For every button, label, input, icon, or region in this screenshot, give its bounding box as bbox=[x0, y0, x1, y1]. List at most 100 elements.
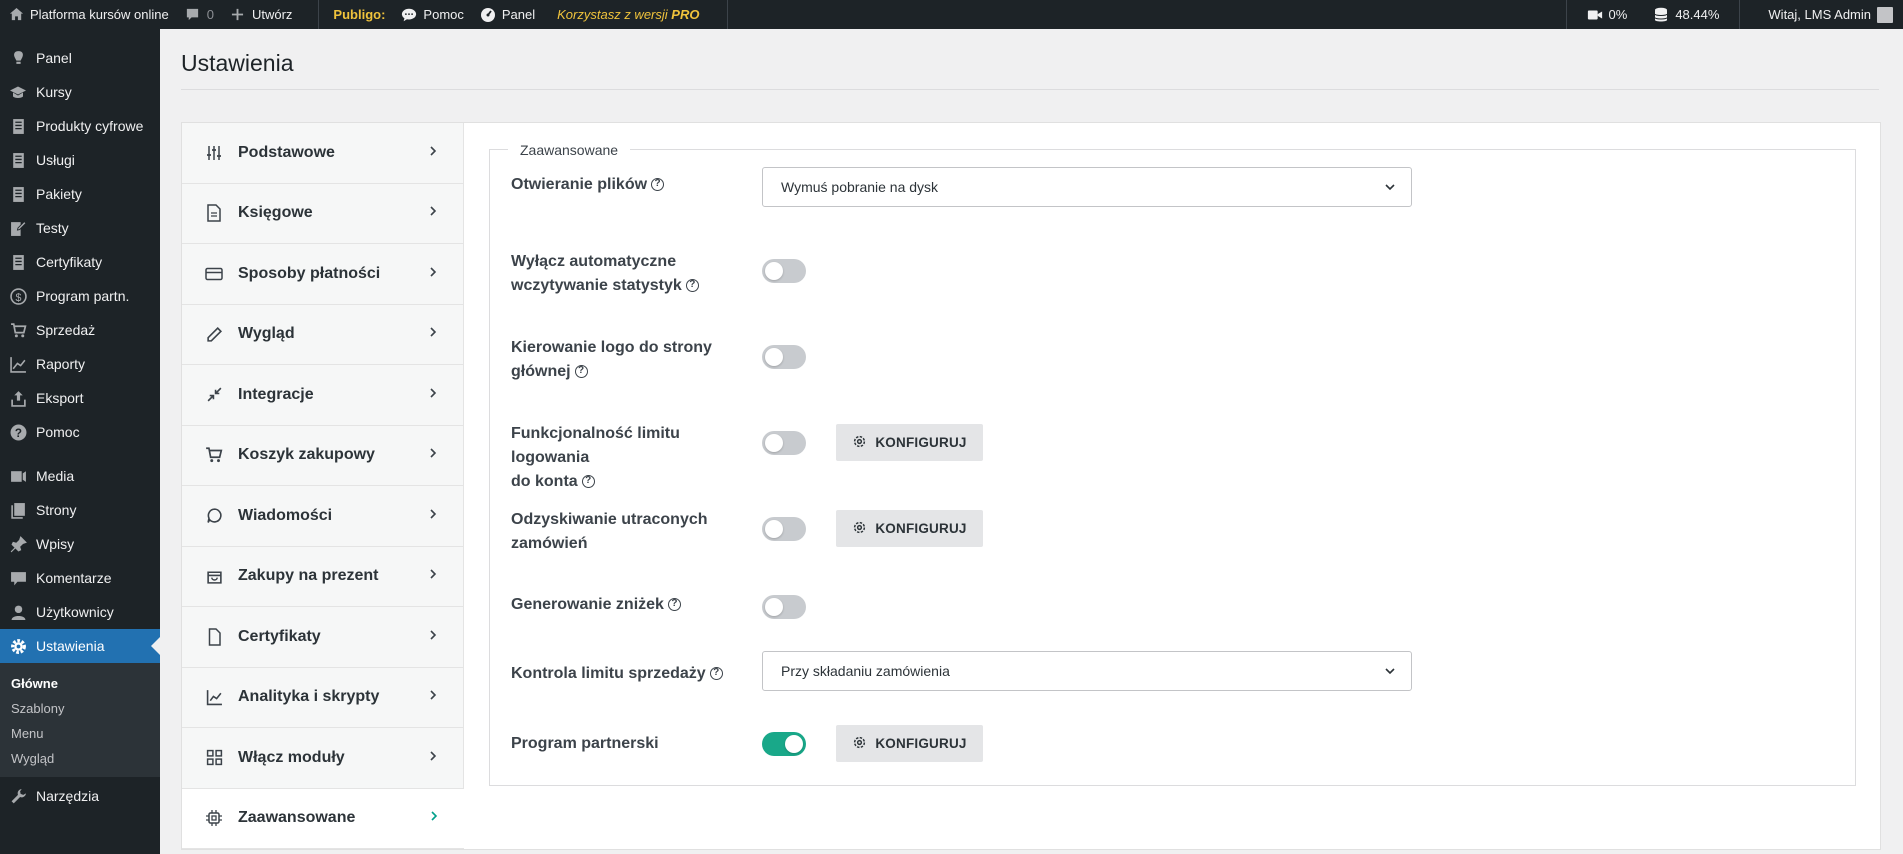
logo-link-toggle[interactable] bbox=[762, 345, 806, 369]
tab-wlacz-moduly[interactable]: Włącz moduły bbox=[182, 728, 463, 789]
submenu-item-szablony[interactable]: Szablony bbox=[0, 696, 160, 721]
gear-icon bbox=[852, 434, 867, 452]
sidebar-item-panel[interactable]: Panel bbox=[0, 41, 160, 75]
tab-zakupy-na-prezent[interactable]: Zakupy na prezent bbox=[182, 547, 463, 607]
video-usage[interactable]: 0% bbox=[1567, 0, 1646, 29]
plus-icon bbox=[230, 7, 246, 23]
sidebar-item-uslugi[interactable]: Usługi bbox=[0, 143, 160, 177]
disable-stats-label: Wyłącz automatyczne wczytywanie statysty… bbox=[511, 250, 751, 298]
database-usage[interactable]: 48.44% bbox=[1645, 0, 1739, 29]
sidebar-item-produkty-cyfrowe[interactable]: Produkty cyfrowe bbox=[0, 109, 160, 143]
site-name-link[interactable]: Platforma kursów online bbox=[0, 0, 177, 29]
sidebar-item-label: Pomoc bbox=[36, 424, 80, 440]
sidebar-item-strony[interactable]: Strony bbox=[0, 493, 160, 527]
wrench-icon bbox=[8, 786, 28, 806]
sidebar-item-label: Program partn. bbox=[36, 288, 130, 304]
document-icon bbox=[8, 184, 28, 204]
media-icon bbox=[8, 466, 28, 486]
tab-label: Wygląd bbox=[238, 325, 295, 343]
discounts-toggle[interactable] bbox=[762, 595, 806, 619]
abandoned-orders-toggle[interactable] bbox=[762, 517, 806, 541]
cart-icon bbox=[8, 320, 28, 340]
chevron-right-icon bbox=[427, 144, 439, 162]
sidebar-item-label: Pakiety bbox=[36, 186, 82, 202]
gauge-icon bbox=[480, 7, 496, 23]
sales-limit-select[interactable]: Przy składaniu zamówienia bbox=[762, 651, 1412, 691]
shrink-arrows-icon bbox=[204, 385, 224, 405]
sidebar-item-label: Kursy bbox=[36, 84, 72, 100]
sidebar-item-pakiety[interactable]: Pakiety bbox=[0, 177, 160, 211]
sidebar-item-program-partn[interactable]: $ Program partn. bbox=[0, 279, 160, 313]
submenu-item-menu[interactable]: Menu bbox=[0, 721, 160, 746]
gear-icon bbox=[852, 735, 867, 753]
submenu-item-glowne[interactable]: Główne bbox=[0, 671, 160, 696]
help-icon[interactable]: ? bbox=[667, 598, 681, 611]
sidebar-item-pomoc[interactable]: ? Pomoc bbox=[0, 415, 160, 449]
help-icon[interactable]: ? bbox=[574, 365, 588, 378]
sidebar-item-komentarze[interactable]: Komentarze bbox=[0, 561, 160, 595]
page-title: Ustawienia bbox=[181, 50, 294, 76]
chevron-right-icon bbox=[427, 446, 439, 464]
sidebar-item-testy[interactable]: Testy bbox=[0, 211, 160, 245]
sidebar-item-certyfikaty[interactable]: Certyfikaty bbox=[0, 245, 160, 279]
publigo-panel-link[interactable]: Panel bbox=[472, 0, 543, 29]
discounts-label: Generowanie zniżek? bbox=[511, 593, 751, 617]
help-label: Pomoc bbox=[423, 7, 464, 22]
partner-program-toggle[interactable] bbox=[762, 732, 806, 756]
sidebar-item-media[interactable]: Media bbox=[0, 459, 160, 493]
home-icon bbox=[8, 7, 24, 23]
my-account-link[interactable]: Witaj, LMS Admin bbox=[1740, 0, 1903, 29]
tab-podstawowe[interactable]: Podstawowe bbox=[182, 123, 463, 184]
help-icon[interactable]: ? bbox=[685, 279, 699, 292]
help-icon[interactable]: ? bbox=[709, 667, 723, 680]
tab-certyfikaty[interactable]: Certyfikaty bbox=[182, 607, 463, 668]
panel-label: Panel bbox=[501, 7, 536, 22]
sidebar-item-label: Media bbox=[36, 468, 75, 484]
tab-integracje[interactable]: Integracje bbox=[182, 365, 463, 426]
help-icon[interactable]: ? bbox=[581, 475, 595, 488]
partner-program-configure-button[interactable]: KONFIGURUJ bbox=[836, 725, 983, 762]
tab-sposoby-platnosci[interactable]: Sposoby płatności bbox=[182, 244, 463, 305]
tab-koszyk-zakupowy[interactable]: Koszyk zakupowy bbox=[182, 426, 463, 486]
tab-label: Integracje bbox=[238, 385, 314, 403]
tab-zaawansowane[interactable]: Zaawansowane bbox=[182, 788, 464, 849]
new-content-link[interactable]: Utwórz bbox=[222, 0, 300, 29]
sidebar-item-sprzedaz[interactable]: Sprzedaż bbox=[0, 313, 160, 347]
sidebar-item-label: Ustawienia bbox=[36, 638, 105, 654]
sidebar-item-ustawienia[interactable]: Ustawienia bbox=[0, 629, 160, 663]
page-icon bbox=[8, 500, 28, 520]
sidebar-item-label: Produkty cyfrowe bbox=[36, 118, 144, 134]
sidebar-item-uzytkownicy[interactable]: Użytkownicy bbox=[0, 595, 160, 629]
chart-line-icon bbox=[8, 354, 28, 374]
tab-label: Włącz moduły bbox=[238, 748, 345, 766]
upload-icon bbox=[8, 388, 28, 408]
tab-wiadomosci[interactable]: Wiadomości bbox=[182, 486, 463, 547]
greeting: Witaj, LMS Admin bbox=[1768, 7, 1871, 22]
chevron-right-icon bbox=[427, 325, 439, 343]
sidebar-item-eksport[interactable]: Eksport bbox=[0, 381, 160, 415]
tab-wyglad[interactable]: Wygląd bbox=[182, 305, 463, 365]
publigo-help-link[interactable]: Pomoc bbox=[393, 0, 471, 29]
disable-stats-toggle[interactable] bbox=[762, 259, 806, 283]
help-icon[interactable]: ? bbox=[651, 178, 665, 191]
login-limit-configure-button[interactable]: KONFIGURUJ bbox=[836, 424, 983, 461]
tab-analityka-i-skrypty[interactable]: Analityka i skrypty bbox=[182, 668, 463, 728]
sidebar-item-wpisy[interactable]: Wpisy bbox=[0, 527, 160, 561]
abandoned-orders-configure-button[interactable]: KONFIGURUJ bbox=[836, 510, 983, 547]
advanced-fieldset: Zaawansowane Otwieranie plików? Wymuś po… bbox=[489, 142, 1856, 786]
sidebar-item-raporty[interactable]: Raporty bbox=[0, 347, 160, 381]
tab-ksiegowe[interactable]: Księgowe bbox=[182, 184, 463, 244]
submenu-item-wyglad[interactable]: Wygląd bbox=[0, 746, 160, 771]
video-camera-icon bbox=[1587, 7, 1603, 23]
sidebar-item-kursy[interactable]: Kursy bbox=[0, 75, 160, 109]
svg-text:$: $ bbox=[15, 291, 21, 303]
svg-text:?: ? bbox=[14, 426, 21, 439]
file-icon bbox=[204, 627, 224, 647]
sales-limit-value: Przy składaniu zamówienia bbox=[781, 663, 950, 679]
sidebar-item-narzedzia[interactable]: Narzędzia bbox=[0, 779, 160, 813]
login-limit-toggle[interactable] bbox=[762, 431, 806, 455]
chevron-down-icon bbox=[1383, 664, 1397, 681]
file-opening-select[interactable]: Wymuś pobranie na dysk bbox=[762, 167, 1412, 207]
chevron-right-icon bbox=[428, 809, 440, 827]
comments-link[interactable]: 0 bbox=[177, 0, 222, 29]
